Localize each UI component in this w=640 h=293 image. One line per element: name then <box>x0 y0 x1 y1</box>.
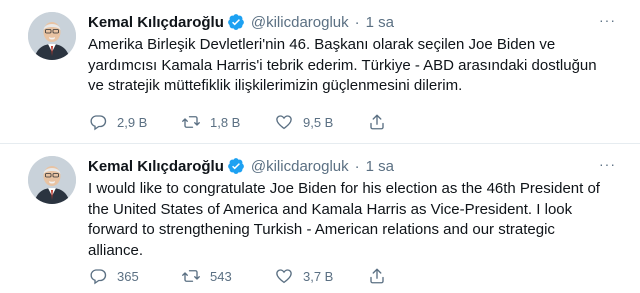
author-handle[interactable]: @kilicdarogluk <box>251 14 349 31</box>
retweet-button[interactable]: 1,8 B <box>181 112 274 132</box>
tweet[interactable]: Kemal Kılıçdaroğlu @kilicdarogluk · 1 sa… <box>0 144 640 293</box>
retweet-count: 1,8 B <box>210 114 241 130</box>
avatar-image <box>28 156 76 204</box>
like-icon <box>274 266 294 286</box>
share-icon <box>367 266 387 286</box>
verified-badge-icon <box>227 13 245 31</box>
reply-icon <box>88 112 108 132</box>
like-icon <box>274 112 294 132</box>
more-options-icon[interactable]: ··· <box>599 12 616 28</box>
reply-count: 2,9 B <box>117 114 148 130</box>
like-button[interactable]: 3,7 B <box>274 266 367 286</box>
more-options-icon[interactable]: ··· <box>599 156 616 172</box>
tweet[interactable]: Kemal Kılıçdaroğlu @kilicdarogluk · 1 sa… <box>0 0 640 144</box>
tweet-actions: 2,9 B 1,8 B 9,5 B <box>88 112 640 132</box>
retweet-icon <box>181 266 201 286</box>
tweet-feed: Kemal Kılıçdaroğlu @kilicdarogluk · 1 sa… <box>0 0 640 293</box>
share-button[interactable] <box>367 112 407 132</box>
verified-badge-icon <box>227 157 245 175</box>
tweet-header: Kemal Kılıçdaroğlu @kilicdarogluk · 1 sa <box>88 11 394 33</box>
retweet-icon <box>181 112 201 132</box>
avatar[interactable] <box>28 156 76 204</box>
reply-count: 365 <box>117 268 139 284</box>
tweet-actions: 365 543 3,7 B <box>88 266 640 286</box>
like-count: 9,5 B <box>303 114 334 130</box>
reply-icon <box>88 266 108 286</box>
like-count: 3,7 B <box>303 268 334 284</box>
retweet-count: 543 <box>210 268 232 284</box>
author-name[interactable]: Kemal Kılıçdaroğlu <box>88 158 224 175</box>
like-button[interactable]: 9,5 B <box>274 112 367 132</box>
author-handle[interactable]: @kilicdarogluk <box>251 158 349 175</box>
tweet-timestamp[interactable]: 1 sa <box>366 14 394 31</box>
tweet-timestamp[interactable]: 1 sa <box>366 158 394 175</box>
share-icon <box>367 112 387 132</box>
avatar[interactable] <box>28 12 76 60</box>
retweet-button[interactable]: 543 <box>181 266 274 286</box>
reply-button[interactable]: 2,9 B <box>88 112 181 132</box>
tweet-header: Kemal Kılıçdaroğlu @kilicdarogluk · 1 sa <box>88 155 394 177</box>
share-button[interactable] <box>367 266 407 286</box>
author-name[interactable]: Kemal Kılıçdaroğlu <box>88 14 224 31</box>
separator-dot: · <box>354 157 360 175</box>
separator-dot: · <box>354 13 360 31</box>
tweet-text: I would like to congratulate Joe Biden f… <box>88 180 600 259</box>
avatar-image <box>28 12 76 60</box>
reply-button[interactable]: 365 <box>88 266 181 286</box>
tweet-text: Amerika Birleşik Devletleri'nin 46. Başk… <box>88 36 597 94</box>
